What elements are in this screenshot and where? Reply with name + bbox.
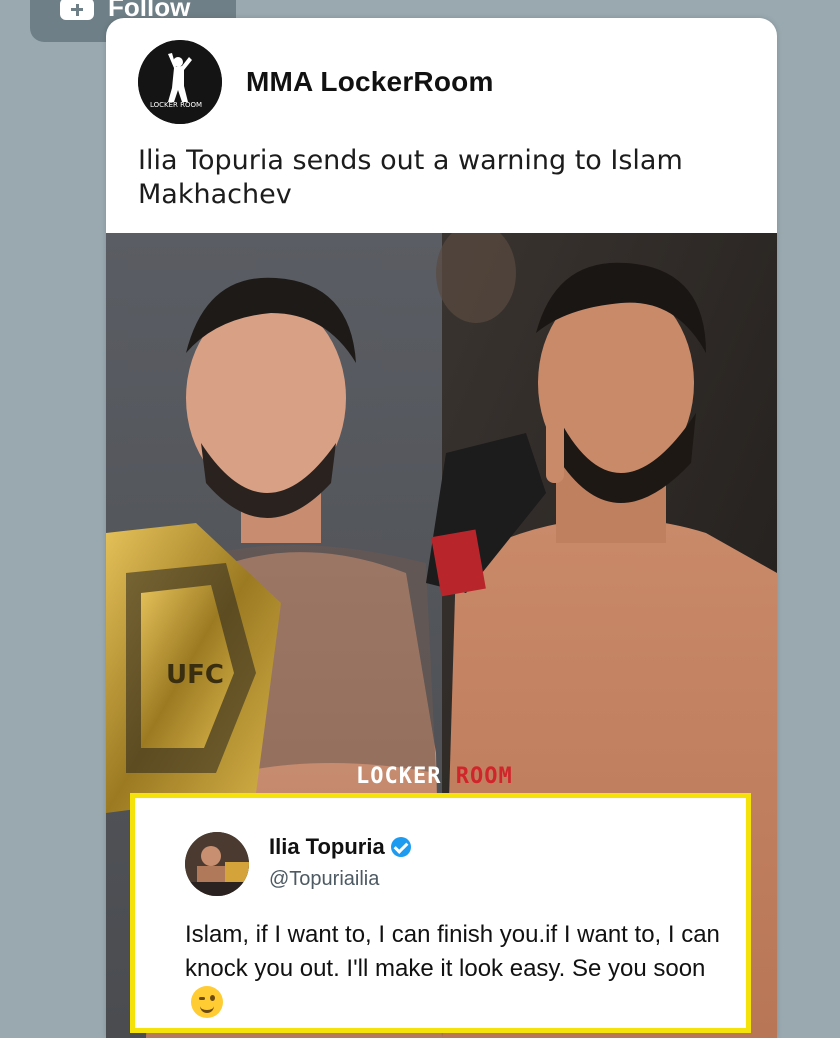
tweet-author-name[interactable]: Ilia Topuria	[269, 834, 411, 860]
source-name[interactable]: MMA LockerRoom	[246, 66, 494, 98]
image-watermark: LOCKER ROOM	[356, 764, 513, 789]
tweet-author-label: Ilia Topuria	[269, 834, 385, 859]
plus-icon	[60, 0, 94, 20]
belt-text: UFC	[166, 660, 224, 690]
quoted-tweet[interactable]: Ilia Topuria @Topuriailia Islam, if I wa…	[130, 793, 751, 1033]
post-text: Ilia Topuria sends out a warning to Isla…	[138, 145, 683, 210]
wink-emoji-icon	[191, 985, 223, 1018]
logo-text: LOCKER ROOM	[150, 101, 203, 109]
follow-label: Follow	[108, 0, 191, 22]
tweet-handle[interactable]: @Topuriailia	[269, 868, 379, 891]
post-header: LOCKER ROOM MMA LockerRoom	[138, 40, 494, 124]
tweet-avatar[interactable]	[185, 832, 249, 896]
tweet-body: Islam, if I want to, I can finish you.if…	[185, 918, 725, 1020]
verified-badge-icon	[390, 837, 411, 857]
lockerroom-logo-icon[interactable]: LOCKER ROOM	[138, 40, 222, 124]
tweet-body-text: Islam, if I want to, I can finish you.if…	[185, 921, 720, 982]
